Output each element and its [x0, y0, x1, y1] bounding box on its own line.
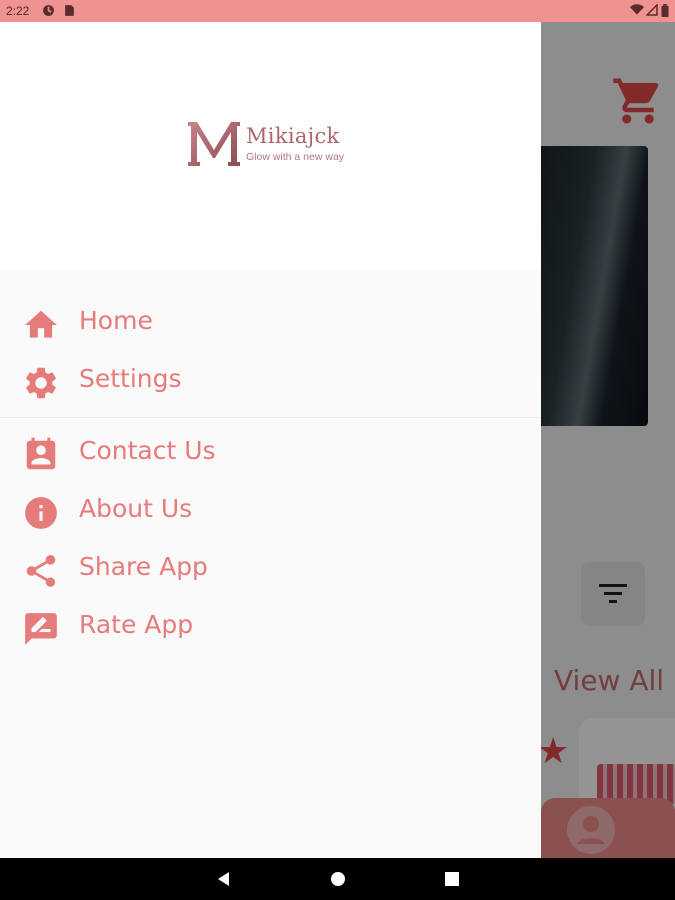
notification-icon [42, 4, 55, 20]
share-icon [22, 552, 60, 590]
menu-item-label: Settings [79, 364, 182, 393]
drawer-header: Mikiajck Glow with a new way [0, 22, 541, 270]
menu-item-label: Contact Us [79, 436, 216, 465]
back-button[interactable] [214, 869, 234, 889]
status-bar: 2:22 [0, 0, 675, 22]
drawer-scrim[interactable] [541, 22, 675, 858]
signal-icon [645, 3, 658, 19]
menu-item-settings[interactable]: Settings [0, 356, 541, 408]
menu-divider [0, 417, 541, 418]
home-button[interactable] [328, 869, 348, 889]
contact-card-icon [22, 436, 60, 474]
menu-item-about-us[interactable]: About Us [0, 486, 541, 538]
menu-item-label: Share App [79, 552, 208, 581]
brand-logo: Mikiajck Glow with a new way [184, 118, 364, 178]
home-icon [22, 306, 60, 344]
menu-item-label: About Us [79, 494, 193, 523]
menu-item-label: Rate App [79, 610, 194, 639]
rate-review-icon [22, 610, 60, 648]
menu-item-share-app[interactable]: Share App [0, 544, 541, 596]
info-icon [22, 494, 60, 532]
battery-icon [661, 4, 669, 20]
recents-button[interactable] [442, 869, 462, 889]
sim-card-icon [64, 4, 75, 20]
logo-mark-icon [188, 122, 240, 166]
menu-item-rate-app[interactable]: Rate App [0, 602, 541, 654]
system-navigation-bar [0, 858, 675, 900]
wifi-icon [630, 4, 644, 19]
menu-item-home[interactable]: Home [0, 298, 541, 350]
status-time: 2:22 [6, 4, 30, 18]
menu-item-contact-us[interactable]: Contact Us [0, 428, 541, 480]
brand-tagline: Glow with a new way [246, 151, 345, 163]
brand-name: Mikiajck [246, 124, 340, 148]
navigation-drawer: Mikiajck Glow with a new way Home Settin… [0, 22, 541, 858]
menu-item-label: Home [79, 306, 153, 335]
gear-icon [22, 364, 60, 402]
